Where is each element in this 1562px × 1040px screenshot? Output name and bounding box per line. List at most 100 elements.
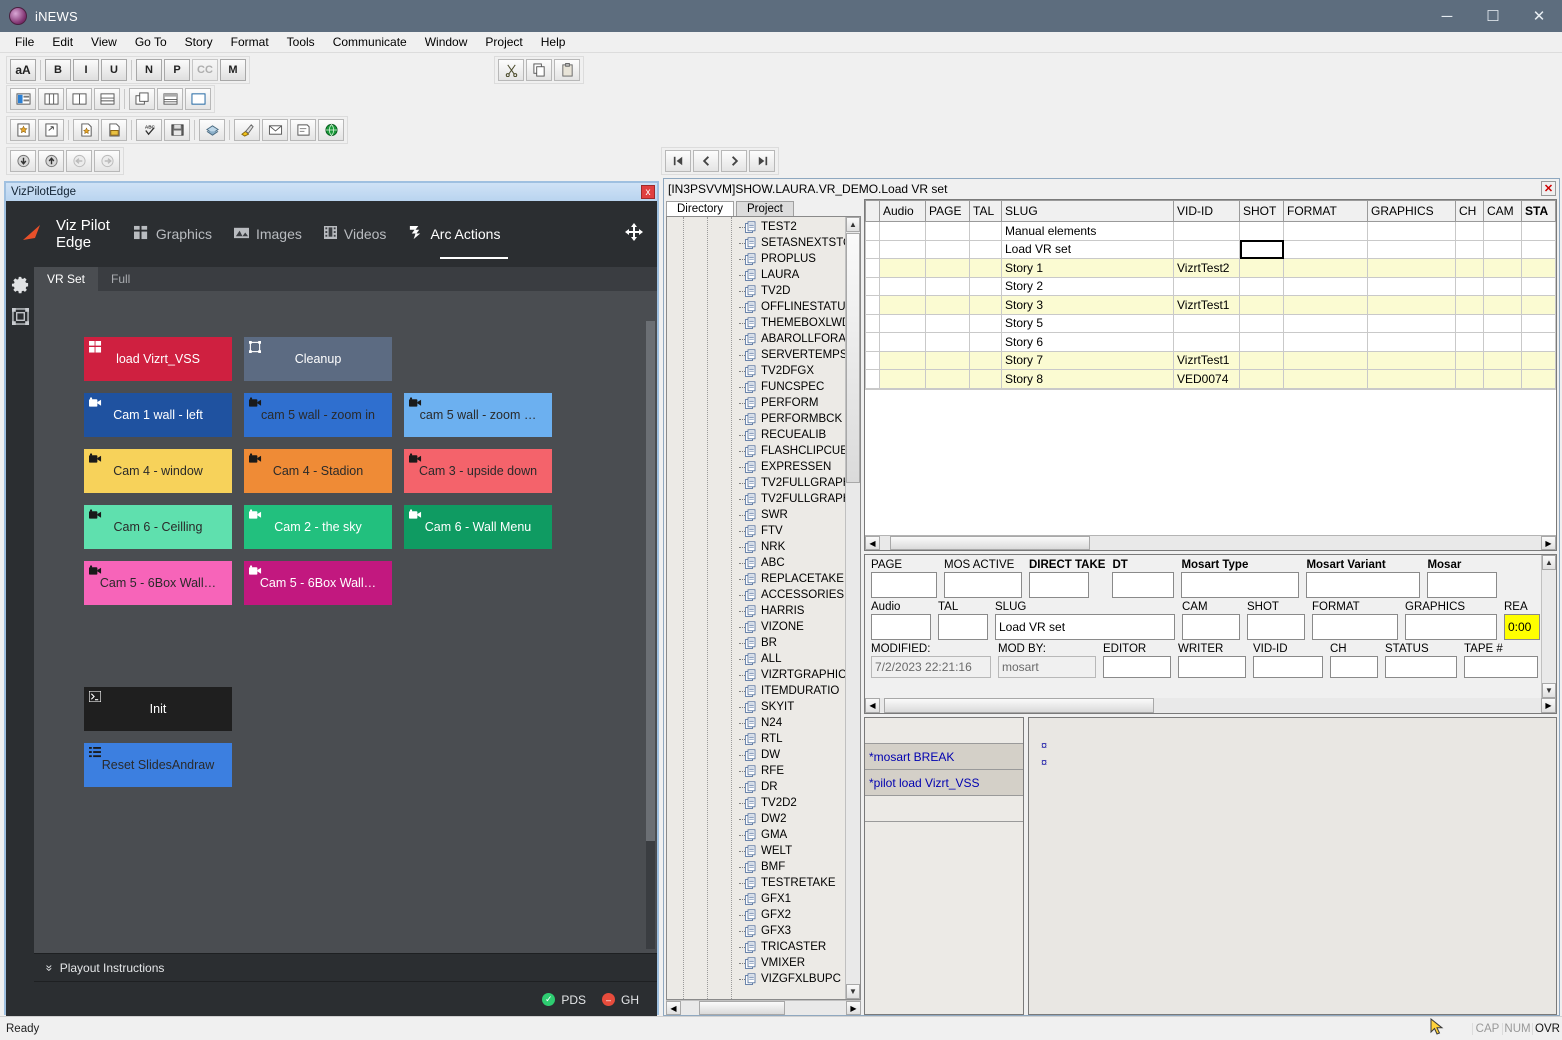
playout-instructions-bar[interactable]: » Playout Instructions (34, 953, 657, 981)
action-button-cam-6-wall-menu[interactable]: Cam 6 - Wall Menu (404, 505, 552, 549)
tree-horizontal-scrollbar[interactable]: ◀ ▶ (666, 1000, 861, 1015)
tree-item[interactable]: DR (667, 779, 845, 795)
web-button[interactable] (318, 119, 344, 141)
action-button-load-vizrt-vss[interactable]: load Vizrt_VSS (84, 337, 232, 381)
cell-format[interactable] (1284, 240, 1368, 259)
close-button[interactable]: ✕ (1516, 0, 1562, 32)
field-input[interactable] (1112, 572, 1174, 598)
cell-graphics[interactable] (1368, 240, 1456, 259)
tree-item[interactable]: SETASNEXTSTO (667, 235, 845, 251)
table-row[interactable]: Story 1VizrtTest2 (866, 259, 1556, 278)
cell-format[interactable] (1284, 351, 1368, 370)
cell-cam[interactable] (1484, 222, 1522, 241)
tree-item[interactable]: PERFORMBCK (667, 411, 845, 427)
cell-page[interactable] (926, 222, 970, 241)
field-input[interactable]: 7/2/2023 22:21:16 (871, 656, 991, 678)
cell-slug[interactable]: Story 7 (1002, 351, 1174, 370)
cell-audio[interactable] (880, 314, 926, 333)
tree-item[interactable]: WELT (667, 843, 845, 859)
table-row[interactable]: Story 2 (866, 277, 1556, 296)
field-input[interactable] (1103, 656, 1171, 678)
cell-cam[interactable] (1484, 333, 1522, 352)
cell-cam[interactable] (1484, 240, 1522, 259)
tree-item[interactable]: LAURA (667, 267, 845, 283)
viz-nav-arc-actions[interactable]: Arc Actions (408, 225, 500, 243)
field-input[interactable] (871, 614, 931, 640)
cell-format[interactable] (1284, 333, 1368, 352)
layout-cascade-button[interactable] (129, 88, 155, 110)
presenter-button[interactable]: P (164, 59, 190, 81)
tree-item[interactable]: VIZONE (667, 619, 845, 635)
cue-item-empty[interactable]: . (865, 718, 1023, 744)
cell-format[interactable] (1284, 370, 1368, 389)
cell-marker[interactable] (866, 277, 880, 296)
directory-tab-project[interactable]: Project (736, 201, 794, 216)
gear-icon[interactable] (11, 275, 30, 294)
column-header-page[interactable]: PAGE (926, 201, 970, 222)
cell-marker[interactable] (866, 351, 880, 370)
column-header-vid-id[interactable]: VID-ID (1174, 201, 1240, 222)
cell-vid-id[interactable]: VizrtTest1 (1174, 351, 1240, 370)
cell-sta[interactable] (1522, 277, 1556, 296)
layout-left-pane-button[interactable] (10, 88, 36, 110)
form-scroll-right-button[interactable]: ▶ (1541, 698, 1556, 713)
rundown-table[interactable]: AudioPAGETALSLUGVID-IDSHOTFORMATGRAPHICS… (865, 200, 1556, 389)
tree-item[interactable]: RFE (667, 763, 845, 779)
machine-button[interactable]: M (220, 59, 246, 81)
tree-item[interactable]: FUNCSPEC (667, 379, 845, 395)
new-story-button[interactable] (10, 119, 36, 141)
maximize-button[interactable]: ☐ (1470, 0, 1516, 32)
cell-slug[interactable]: Story 8 (1002, 370, 1174, 389)
action-button-cam-3-upside-down[interactable]: Cam 3 - upside down (404, 449, 552, 493)
tree-item[interactable]: ABAROLLFORA (667, 331, 845, 347)
action-button-cam-4-stadion[interactable]: Cam 4 - Stadion (244, 449, 392, 493)
cell-vid-id[interactable] (1174, 222, 1240, 241)
tree-scroll-down-button[interactable]: ▼ (846, 984, 860, 999)
column-header-ch[interactable]: CH (1456, 201, 1484, 222)
column-header-shot[interactable]: SHOT (1240, 201, 1284, 222)
cell-sta[interactable] (1522, 314, 1556, 333)
tree-item[interactable]: TV2DFGX (667, 363, 845, 379)
form-hscroll-thumb[interactable] (884, 698, 1154, 713)
tree-vertical-scrollbar[interactable]: ▲ ▼ (845, 217, 860, 999)
tree-item[interactable]: RTL (667, 731, 845, 747)
tree-item[interactable]: GFX2 (667, 907, 845, 923)
action-button-cam-5-6box-wall[interactable]: Cam 5 - 6Box Wall… (244, 561, 392, 605)
cell-vid-id[interactable] (1174, 333, 1240, 352)
cell-shot[interactable] (1240, 259, 1284, 278)
column-header-graphics[interactable]: GRAPHICS (1368, 201, 1456, 222)
cell-page[interactable] (926, 240, 970, 259)
cell-format[interactable] (1284, 296, 1368, 315)
cell-ch[interactable] (1456, 314, 1484, 333)
cell-audio[interactable] (880, 277, 926, 296)
cell-ch[interactable] (1456, 277, 1484, 296)
field-input[interactable] (1182, 614, 1240, 640)
normal-button[interactable]: N (136, 59, 162, 81)
cell-format[interactable] (1284, 277, 1368, 296)
viz-tab-vr-set[interactable]: VR Set (34, 267, 98, 291)
tree-item[interactable]: BR (667, 635, 845, 651)
field-input[interactable] (1427, 572, 1497, 598)
cell-slug[interactable]: Load VR set (1002, 240, 1174, 259)
field-input[interactable] (871, 572, 937, 598)
viz-tab-full[interactable]: Full (98, 267, 143, 291)
tree-item[interactable]: GMA (667, 827, 845, 843)
closed-caption-button[interactable]: CC (192, 59, 218, 81)
table-row[interactable]: Load VR set (866, 240, 1556, 259)
cell-page[interactable] (926, 333, 970, 352)
tree-hscroll-thumb[interactable] (699, 1001, 785, 1015)
form-horizontal-scrollbar[interactable]: ◀ ▶ (865, 698, 1556, 713)
column-header-cam[interactable]: CAM (1484, 201, 1522, 222)
cell-cam[interactable] (1484, 351, 1522, 370)
cell-tal[interactable] (970, 370, 1002, 389)
form-scroll-left-button[interactable]: ◀ (865, 698, 880, 713)
action-button-cam-2-the-sky[interactable]: Cam 2 - the sky (244, 505, 392, 549)
cell-graphics[interactable] (1368, 259, 1456, 278)
cell-vid-id[interactable] (1174, 240, 1240, 259)
paste-button[interactable] (554, 59, 580, 81)
layout-three-column-button[interactable] (38, 88, 64, 110)
menu-item-communicate[interactable]: Communicate (324, 33, 416, 51)
cell-audio[interactable] (880, 296, 926, 315)
table-row[interactable]: Story 6 (866, 333, 1556, 352)
field-input[interactable] (1306, 572, 1420, 598)
